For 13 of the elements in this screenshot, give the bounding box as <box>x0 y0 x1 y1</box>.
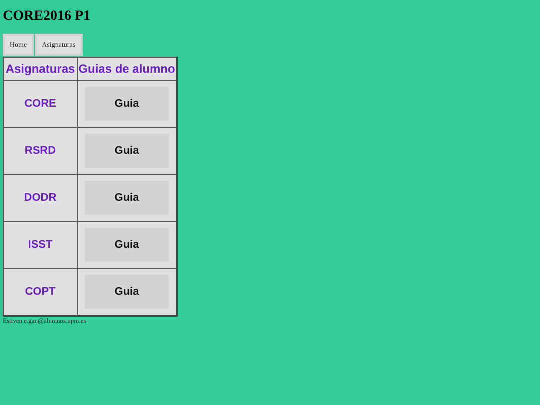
guide-button[interactable]: Guia <box>85 87 169 121</box>
column-header: Guias de alumno <box>78 58 177 80</box>
guide-button[interactable]: Guia <box>85 228 169 262</box>
guide-button[interactable]: Guia <box>85 275 169 309</box>
subject-cell: ISST <box>4 222 78 268</box>
subject-cell: CORE <box>4 80 78 128</box>
subject-cell: COPT <box>4 268 78 316</box>
subject-cell: DODR <box>4 174 78 222</box>
column-header: Asignaturas <box>4 58 78 80</box>
guide-button[interactable]: Guia <box>85 181 169 215</box>
page-title: CORE2016 P1 <box>3 10 92 24</box>
subject-cell: RSRD <box>4 128 78 174</box>
guide-button[interactable]: Guia <box>85 134 169 168</box>
